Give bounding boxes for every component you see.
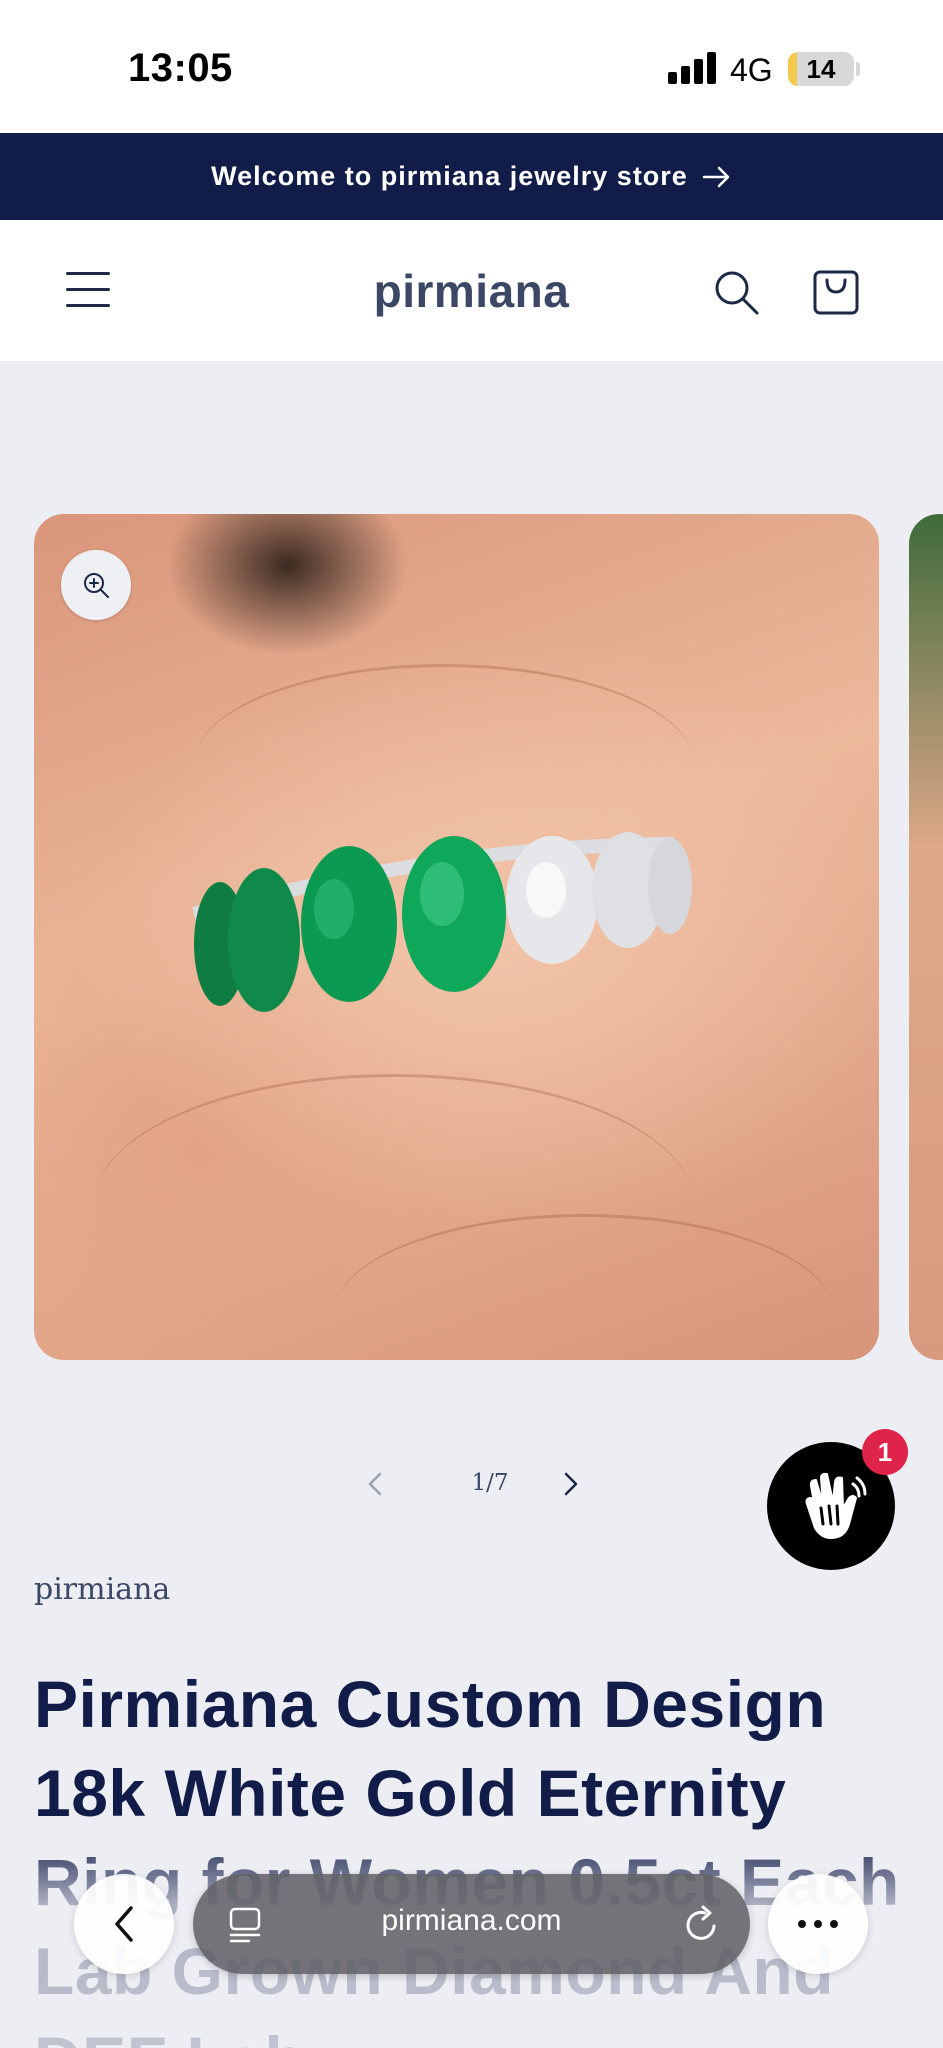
brand-logo[interactable]: pirmiana: [0, 264, 943, 318]
browser-url: pirmiana.com: [381, 1904, 562, 1937]
gallery-pager-count: 1/7: [471, 1470, 509, 1496]
gallery-prev-button[interactable]: [362, 1468, 390, 1500]
status-bar: 13:05 4G 14: [0, 0, 943, 133]
waving-hand-icon: [805, 1472, 867, 1539]
site-header: pirmiana: [0, 220, 943, 361]
chat-notification-badge: 1: [862, 1429, 908, 1475]
search-icon[interactable]: [712, 268, 760, 316]
reload-icon[interactable]: [683, 1904, 721, 1944]
zoom-button[interactable]: [61, 550, 131, 620]
network-type: 4G: [730, 52, 773, 88]
product-vendor[interactable]: pirmiana: [34, 1572, 170, 1607]
battery-icon: 14: [788, 52, 854, 86]
chevron-left-icon: [115, 1906, 133, 1942]
ring-illustration: [192, 832, 692, 1012]
status-time: 13:05: [128, 46, 233, 90]
browser-address-bar[interactable]: pirmiana.com: [193, 1874, 750, 1974]
product-image[interactable]: [34, 514, 879, 1360]
zoom-in-icon: [84, 573, 109, 598]
browser-more-button[interactable]: [768, 1874, 868, 1974]
battery-tip: [856, 62, 860, 76]
gallery-next-button[interactable]: [556, 1468, 584, 1500]
announcement-bar[interactable]: Welcome to pirmiana jewelry store: [0, 133, 943, 220]
more-dots-icon: [798, 1920, 838, 1928]
battery-level: 14: [806, 54, 836, 84]
announcement-text: Welcome to pirmiana jewelry store: [211, 161, 688, 191]
browser-back-button[interactable]: [74, 1874, 174, 1974]
cart-icon[interactable]: [812, 264, 860, 316]
signal-strength-icon: [668, 52, 718, 84]
arrow-right-icon: [702, 166, 730, 187]
product-gallery: [0, 361, 943, 1391]
next-product-image-peek[interactable]: [909, 514, 943, 1360]
